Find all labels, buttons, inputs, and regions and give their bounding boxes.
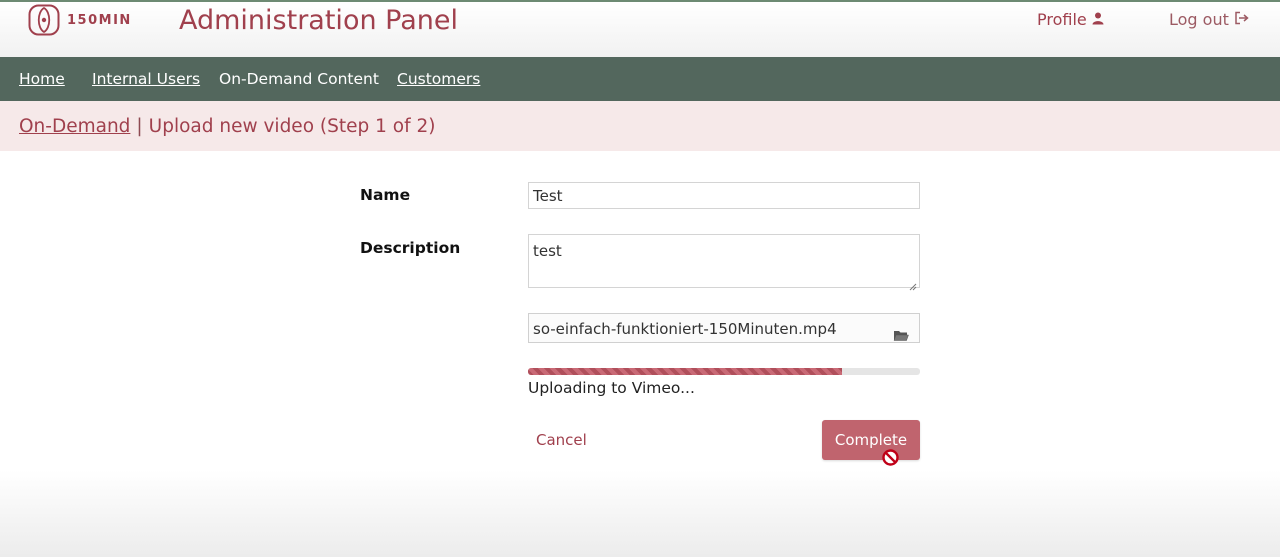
name-label: Name: [360, 186, 411, 204]
description-textarea[interactable]: test: [528, 234, 920, 291]
breadcrumb-separator: |: [136, 116, 143, 137]
logout-label: Log out: [1169, 10, 1229, 29]
nav-item-home[interactable]: Home: [19, 70, 65, 88]
profile-label: Profile: [1037, 10, 1087, 29]
nav-item-internal-users[interactable]: Internal Users: [92, 70, 200, 88]
complete-button[interactable]: Complete: [822, 420, 920, 460]
file-name: so-einfach-funktioniert-150Minuten.mp4: [533, 320, 837, 338]
main-nav: Home Internal Users On-Demand Content Cu…: [0, 57, 1280, 101]
app-title: Administration Panel: [179, 5, 458, 36]
logo[interactable]: 150MIN: [28, 4, 132, 36]
description-value: test: [533, 242, 562, 260]
file-input[interactable]: so-einfach-funktioniert-150Minuten.mp4: [528, 313, 920, 343]
nav-item-on-demand-content[interactable]: On-Demand Content: [219, 70, 379, 88]
breadcrumb-current: Upload new video (Step 1 of 2): [148, 116, 436, 137]
user-icon: [1092, 10, 1104, 29]
breadcrumb-bar: On-Demand | Upload new video (Step 1 of 2): [0, 101, 1280, 151]
sign-out-icon: [1234, 10, 1250, 29]
logout-link[interactable]: Log out: [1169, 10, 1250, 29]
upload-progress-fill: [528, 368, 842, 375]
cancel-button[interactable]: Cancel: [536, 431, 587, 449]
description-label: Description: [360, 239, 461, 257]
folder-open-icon[interactable]: [893, 322, 909, 352]
upload-progress-bar: [528, 368, 920, 375]
breadcrumb: On-Demand | Upload new video (Step 1 of 2): [19, 116, 435, 137]
not-allowed-cursor-icon: [882, 449, 899, 471]
name-input[interactable]: Test: [528, 182, 920, 209]
upload-status-text: Uploading to Vimeo...: [528, 379, 695, 397]
breadcrumb-link-on-demand[interactable]: On-Demand: [19, 116, 130, 137]
resize-handle-icon[interactable]: [909, 277, 917, 291]
nav-item-customers[interactable]: Customers: [397, 70, 480, 88]
150min-logo-icon: [28, 4, 60, 36]
logo-text: 150MIN: [67, 12, 132, 28]
header: 150MIN Administration Panel Profile Log …: [0, 2, 1280, 57]
profile-link[interactable]: Profile: [1037, 10, 1104, 29]
